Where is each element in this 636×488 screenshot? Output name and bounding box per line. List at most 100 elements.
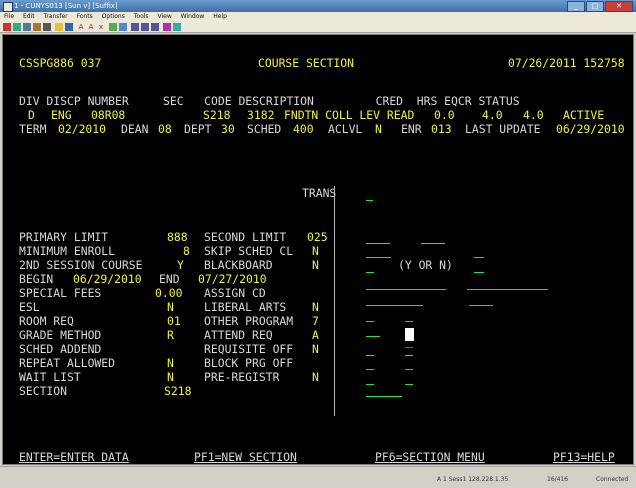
section-label: SECTION <box>19 384 68 398</box>
eqcr-value: 4.0 <box>523 108 544 122</box>
course-row: D ENG 08R08 S218 3182 FNDTN COLL LEV READ 0.0 4… <box>3 108 635 122</box>
row-repeat-allowed: REPEAT ALLOWED N BLOCK PRG OFF <box>3 356 635 370</box>
cred-value: 0.0 <box>434 108 455 122</box>
row-special-fees: SPECIAL FEES 0.00 ASSIGN CD <box>3 286 635 300</box>
menu-window[interactable]: Window <box>181 13 205 20</box>
maximize-button[interactable]: □ <box>586 1 604 12</box>
session2-icon[interactable] <box>141 23 149 31</box>
attend-req-label: ATTEND REQ <box>204 328 273 342</box>
pre-registr-label: PRE-REGISTR <box>204 370 280 384</box>
disconnect-icon[interactable] <box>13 23 21 31</box>
font-large-icon[interactable]: A <box>77 23 85 31</box>
session3-icon[interactable] <box>151 23 159 31</box>
second-limit-value[interactable]: 025 <box>307 230 328 244</box>
dean-value: 08 <box>158 122 172 136</box>
window-title: 1 - CUNYS013 [Sun v] [Suffix] <box>14 2 118 10</box>
paste-icon[interactable] <box>33 23 41 31</box>
end-label: END <box>159 272 180 286</box>
macro-icon[interactable] <box>55 23 63 31</box>
enter-key-hint[interactable]: ENTER=ENTER DATA <box>19 450 129 464</box>
esl-label: ESL <box>19 300 40 314</box>
minimum-enroll-value[interactable]: 8 <box>183 244 190 258</box>
transfer-icon[interactable] <box>109 23 117 31</box>
connect-icon[interactable] <box>3 23 11 31</box>
wait-list-value[interactable]: N <box>167 370 174 384</box>
menu-transfer[interactable]: Transfer <box>44 13 68 20</box>
row-section: SECTION S218 <box>3 384 635 398</box>
term-value: 02/2010 <box>58 122 107 136</box>
print-icon[interactable] <box>43 23 51 31</box>
pf13-key-hint[interactable]: PF13=HELP <box>553 450 615 464</box>
app-icon <box>3 2 13 12</box>
menu-edit[interactable]: Edit <box>23 13 35 20</box>
menu-view[interactable]: View <box>157 13 171 20</box>
skip-sched-cl-value[interactable]: N <box>312 244 319 258</box>
font-small-icon[interactable]: x <box>97 23 105 31</box>
record-icon[interactable] <box>163 23 171 31</box>
second-session-label: 2ND SESSION COURSE <box>19 258 143 272</box>
blackboard-value[interactable]: N <box>312 258 319 272</box>
liberal-arts-label: LIBERAL ARTS <box>204 300 287 314</box>
end-value[interactable]: 07/27/2010 <box>198 272 267 286</box>
other-program-label: OTHER PROGRAM <box>204 314 294 328</box>
header-datetime: 07/26/2011 152758 <box>508 56 625 70</box>
last-update-value: 06/29/2010 <box>556 122 625 136</box>
window-titlebar[interactable]: 1 - CUNYS013 [Sun v] [Suffix] _ □ ✕ <box>0 0 636 12</box>
esl-value[interactable]: N <box>167 300 174 314</box>
pf1-key-hint[interactable]: PF1=NEW SECTION <box>194 450 297 464</box>
close-button[interactable]: ✕ <box>605 1 633 12</box>
row-sched-addend: SCHED ADDEND REQUISITE OFF N <box>3 342 635 356</box>
attend-req-value[interactable]: A <box>312 328 319 342</box>
skip-sched-cl-label: SKIP SCHED CL <box>204 244 294 258</box>
screen-icon[interactable] <box>119 23 127 31</box>
aclvl-value: N <box>375 122 382 136</box>
minimize-button[interactable]: _ <box>567 1 585 12</box>
requisite-off-value[interactable]: N <box>312 342 319 356</box>
second-session-value[interactable]: Y <box>177 258 184 272</box>
session-icon[interactable] <box>131 23 139 31</box>
row-min-enroll: MINIMUM ENROLL 8 SKIP SCHED CL N <box>3 244 635 258</box>
row-begin-end: BEGIN 06/29/2010 END 07/27/2010 <box>3 272 635 286</box>
section-value[interactable]: S218 <box>164 384 191 398</box>
discp-value: ENG <box>51 108 72 122</box>
sec-value: S218 <box>203 108 231 122</box>
sched-addend-label: SCHED ADDEND <box>19 342 102 356</box>
pre-registr-value[interactable]: N <box>312 370 319 384</box>
room-req-value[interactable]: 01 <box>167 314 181 328</box>
repeat-allowed-value[interactable]: N <box>167 356 174 370</box>
term-label: TERM <box>19 122 47 136</box>
trans-input[interactable] <box>366 200 373 201</box>
footer-row: ENTER=ENTER DATA PF1=NEW SECTION PF6=SECTI… <box>3 450 635 464</box>
menu-options[interactable]: Options <box>102 13 125 20</box>
sched-value: 400 <box>293 122 314 136</box>
menu-tools[interactable]: Tools <box>134 13 149 20</box>
play-icon[interactable] <box>173 23 181 31</box>
primary-limit-value[interactable]: 888 <box>167 230 188 244</box>
keypad-icon[interactable] <box>65 23 73 31</box>
copy-icon[interactable] <box>23 23 31 31</box>
section-input[interactable] <box>366 396 402 397</box>
row-2nd-session: 2ND SESSION COURSE Y BLACKBOARD N (Y OR N) <box>3 258 635 272</box>
row-grade-method: GRADE METHOD R ATTEND REQ A <box>3 328 635 342</box>
pf6-key-hint[interactable]: PF6=SECTION MENU <box>375 450 485 464</box>
number-value: 08R08 <box>91 108 126 122</box>
begin-value[interactable]: 06/29/2010 <box>73 272 142 286</box>
liberal-arts-value[interactable]: N <box>312 300 319 314</box>
menu-fonts[interactable]: Fonts <box>77 13 93 20</box>
trans-label: TRANS <box>302 186 337 200</box>
connection-status: Connected <box>596 476 629 483</box>
enr-value: 013 <box>431 122 452 136</box>
grade-method-value[interactable]: R <box>167 328 174 342</box>
font-medium-icon[interactable]: A <box>87 23 95 31</box>
special-fees-value[interactable]: 0.00 <box>155 286 182 300</box>
other-program-value[interactable]: 7 <box>312 314 319 328</box>
toolbar: A A x <box>0 22 636 33</box>
terminal-screen[interactable]: CSSPG886 037 COURSE SECTION 07/26/2011 152… <box>2 34 634 465</box>
row-limits: PRIMARY LIMIT 888 SECOND LIMIT 025 <box>3 230 635 244</box>
menu-file[interactable]: File <box>4 13 14 20</box>
dept-value: 30 <box>221 122 235 136</box>
room-req-label: ROOM REQ <box>19 314 74 328</box>
menu-help[interactable]: Help <box>213 13 227 20</box>
row-esl: ESL N LIBERAL ARTS N <box>3 300 635 314</box>
special-fees-label: SPECIAL FEES <box>19 286 102 300</box>
